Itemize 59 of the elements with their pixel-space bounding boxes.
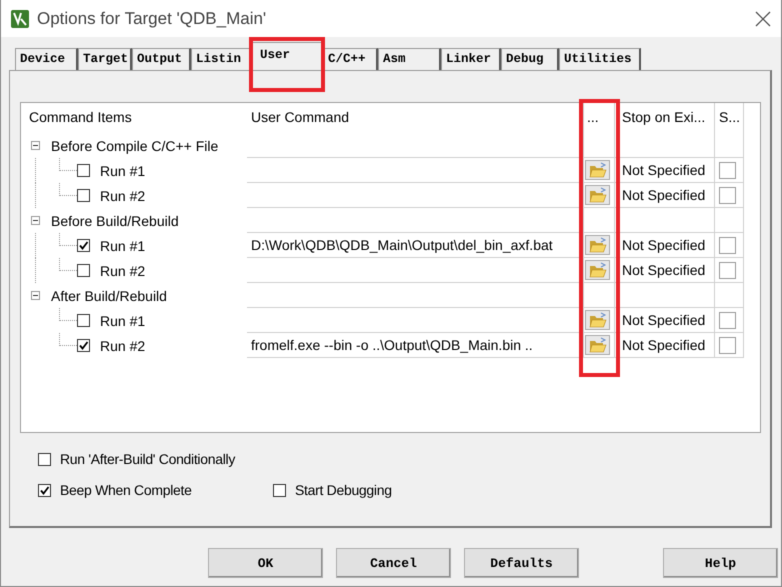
checkbox[interactable] bbox=[77, 339, 90, 352]
checkbox[interactable] bbox=[719, 186, 736, 204]
tab[interactable]: Listin bbox=[191, 48, 251, 70]
tab[interactable]: Target bbox=[78, 48, 132, 70]
stop-setting[interactable]: Not Specified bbox=[622, 262, 706, 278]
checkbox[interactable] bbox=[719, 262, 736, 278]
checkbox[interactable] bbox=[77, 264, 90, 277]
column-header[interactable]: Stop on Exi... bbox=[615, 103, 715, 133]
stop-setting[interactable]: Not Specified bbox=[622, 237, 706, 253]
checkbox[interactable] bbox=[719, 162, 736, 178]
tab[interactable]: Device bbox=[15, 48, 78, 70]
window-title: Options for Target 'QDB_Main' bbox=[37, 8, 268, 28]
command-text[interactable]: fromelf.exe --bin -o ..\Output\QDB_Main.bin .. bbox=[251, 337, 533, 353]
dialog-button[interactable]: Help bbox=[663, 548, 778, 578]
stop-setting[interactable]: Not Specified bbox=[622, 312, 706, 328]
tab[interactable]: Asm bbox=[378, 48, 441, 70]
dialog-button[interactable]: OK bbox=[208, 548, 323, 578]
collapse-icon[interactable] bbox=[31, 216, 40, 225]
checkbox[interactable] bbox=[38, 484, 51, 496]
app-logo-icon bbox=[11, 10, 29, 28]
checkbox[interactable] bbox=[719, 312, 736, 328]
tree-item[interactable]: Run #1 bbox=[100, 312, 146, 328]
tree-item[interactable]: Run #2 bbox=[100, 188, 146, 204]
tree-item[interactable]: After Build/Rebuild bbox=[51, 288, 167, 304]
checkbox[interactable] bbox=[77, 314, 90, 327]
tree-item[interactable]: Before Compile C/C++ File bbox=[51, 138, 218, 154]
option-label[interactable]: Run 'After-Build' Conditionally bbox=[60, 451, 236, 467]
collapse-icon[interactable] bbox=[31, 291, 40, 300]
close-icon[interactable] bbox=[755, 10, 771, 26]
stop-setting[interactable]: Not Specified bbox=[622, 187, 706, 203]
checkbox[interactable] bbox=[77, 189, 90, 202]
tree-item[interactable]: Run #1 bbox=[100, 162, 146, 178]
tab[interactable]: Linker bbox=[441, 48, 501, 70]
dialog-button[interactable]: Defaults bbox=[464, 548, 579, 578]
tab[interactable]: C/C++ bbox=[323, 48, 378, 70]
tree-item[interactable]: Run #2 bbox=[100, 338, 146, 354]
collapse-icon[interactable] bbox=[31, 141, 40, 150]
column-header[interactable]: S... bbox=[715, 103, 744, 133]
checkbox[interactable] bbox=[38, 452, 51, 466]
checkbox[interactable] bbox=[77, 164, 90, 177]
option-label[interactable]: Start Debugging bbox=[295, 482, 392, 498]
checkbox[interactable] bbox=[719, 236, 736, 254]
option-label[interactable]: Beep When Complete bbox=[60, 482, 192, 498]
tree-item[interactable]: Run #2 bbox=[100, 262, 146, 278]
tab[interactable]: Output bbox=[132, 48, 191, 70]
stop-setting[interactable]: Not Specified bbox=[622, 337, 706, 353]
checkbox[interactable] bbox=[273, 484, 286, 496]
column-header[interactable]: User Command bbox=[247, 103, 584, 133]
checkbox[interactable] bbox=[719, 336, 736, 354]
column-header[interactable]: Command Items bbox=[21, 103, 247, 133]
tree-item[interactable]: Run #1 bbox=[100, 238, 146, 254]
command-text[interactable]: D:\Work\QDB\QDB_Main\Output\del_bin_axf.bat bbox=[251, 237, 553, 253]
checkbox[interactable] bbox=[77, 239, 90, 252]
tab[interactable]: Utilities bbox=[559, 48, 641, 70]
tab[interactable]: Debug bbox=[501, 48, 559, 70]
column-header[interactable]: ... bbox=[584, 103, 615, 133]
stop-setting[interactable]: Not Specified bbox=[622, 162, 706, 178]
tree-item[interactable]: Before Build/Rebuild bbox=[51, 212, 179, 228]
dialog-button[interactable]: Cancel bbox=[336, 548, 451, 578]
